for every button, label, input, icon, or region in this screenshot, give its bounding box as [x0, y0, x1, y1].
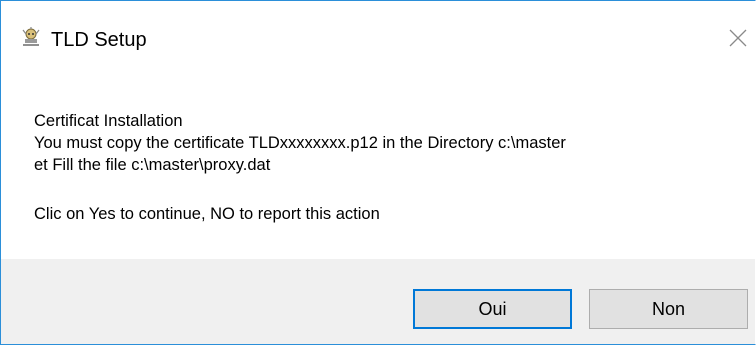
close-button[interactable]: [727, 27, 749, 49]
message-line-prompt: Clic on Yes to continue, NO to report th…: [34, 205, 380, 223]
yes-button[interactable]: Oui: [413, 289, 572, 329]
installer-icon: [21, 27, 41, 47]
message-area: Certificat Installation You must copy th…: [1, 59, 755, 259]
message-dialog: TLD Setup Certificat Installation You mu…: [0, 0, 756, 345]
message-line-title: Certificat Installation: [34, 112, 183, 130]
message-line-copy: You must copy the certificate TLDxxxxxxx…: [34, 134, 566, 152]
no-button[interactable]: Non: [589, 289, 748, 329]
button-bar: Oui Non: [1, 259, 755, 344]
message-line-fill: et Fill the file c:\master\proxy.dat: [34, 156, 271, 174]
close-icon: [729, 29, 747, 47]
window-title: TLD Setup: [51, 29, 147, 51]
title-bar[interactable]: TLD Setup: [1, 1, 755, 59]
